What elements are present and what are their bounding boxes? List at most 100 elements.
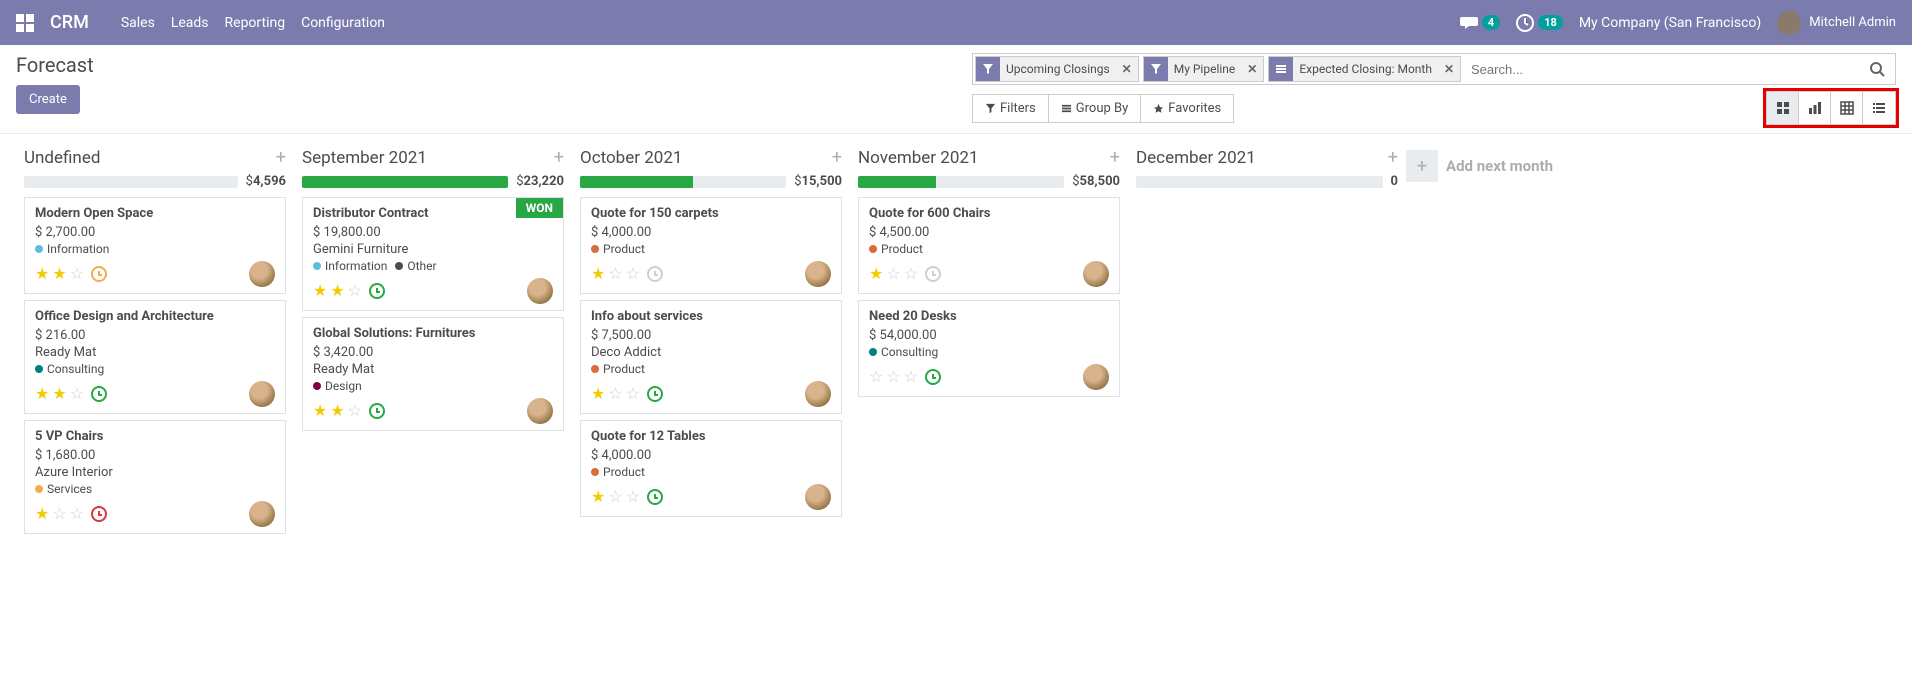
activity-icon[interactable] (91, 386, 107, 402)
card-title: Quote for 150 carpets (591, 206, 831, 221)
apps-icon[interactable] (16, 14, 34, 32)
kanban-card[interactable]: Modern Open Space$ 2,700.00Information★★… (24, 197, 286, 294)
assignee-avatar[interactable] (805, 261, 831, 287)
nav-reporting[interactable]: Reporting (225, 15, 286, 31)
kanban-card[interactable]: Quote for 150 carpets$ 4,000.00Product★☆… (580, 197, 842, 294)
nav-sales[interactable]: Sales (121, 15, 155, 31)
progress-bar[interactable] (24, 176, 238, 188)
search-view[interactable]: Upcoming Closings ✕ My Pipeline ✕ Expect… (972, 53, 1896, 85)
priority-star[interactable]: ★ (591, 489, 605, 505)
nav-leads[interactable]: Leads (171, 15, 209, 31)
kanban-card[interactable]: Global Solutions: Furnitures$ 3,420.00Re… (302, 317, 564, 431)
priority-star[interactable]: ☆ (52, 506, 66, 522)
priority-star[interactable]: ☆ (608, 386, 622, 402)
assignee-avatar[interactable] (1083, 261, 1109, 287)
priority-star[interactable]: ☆ (626, 386, 640, 402)
assignee-avatar[interactable] (805, 484, 831, 510)
priority-star[interactable]: ★ (330, 283, 344, 299)
pivot-view-button[interactable] (1831, 92, 1863, 124)
activity-icon[interactable] (647, 489, 663, 505)
progress-bar[interactable] (580, 176, 786, 188)
favorites-button[interactable]: Favorites (1141, 95, 1233, 122)
kanban-view-button[interactable] (1767, 92, 1799, 124)
kanban-card[interactable]: 5 VP Chairs$ 1,680.00Azure InteriorServi… (24, 420, 286, 534)
company-switcher[interactable]: My Company (San Francisco) (1579, 15, 1761, 31)
activity-icon[interactable] (369, 283, 385, 299)
priority-star[interactable]: ★ (52, 266, 66, 282)
kanban-card[interactable]: Office Design and Architecture$ 216.00Re… (24, 300, 286, 414)
card-amount: $ 2,700.00 (35, 225, 275, 240)
navbar: CRM Sales Leads Reporting Configuration … (0, 0, 1912, 45)
assignee-avatar[interactable] (527, 278, 553, 304)
assignee-avatar[interactable] (249, 261, 275, 287)
user-menu[interactable]: Mitchell Admin (1777, 11, 1896, 35)
list-view-button[interactable] (1863, 92, 1895, 124)
activity-icon[interactable] (925, 369, 941, 385)
priority-star[interactable]: ☆ (886, 369, 900, 385)
priority-star[interactable]: ☆ (70, 386, 84, 402)
search-icon[interactable] (1859, 61, 1895, 77)
kanban-card[interactable]: Need 20 Desks$ 54,000.00Consulting☆☆☆ (858, 300, 1120, 397)
priority-star[interactable]: ★ (591, 266, 605, 282)
kanban-card[interactable]: Info about services$ 7,500.00Deco Addict… (580, 300, 842, 414)
assignee-avatar[interactable] (249, 501, 275, 527)
priority-star[interactable]: ☆ (626, 489, 640, 505)
discuss-badge: 4 (1482, 15, 1500, 30)
progress-bar[interactable] (1136, 176, 1383, 188)
quick-create-button[interactable]: + (1110, 149, 1120, 167)
groupby-button[interactable]: Group By (1049, 95, 1142, 122)
nav-configuration[interactable]: Configuration (301, 15, 385, 31)
facet-remove-icon[interactable]: ✕ (1241, 62, 1263, 76)
priority-star[interactable]: ☆ (626, 266, 640, 282)
activity-icon[interactable] (647, 266, 663, 282)
progress-bar[interactable] (302, 176, 508, 188)
facet-remove-icon[interactable]: ✕ (1438, 62, 1460, 76)
quick-create-button[interactable]: + (554, 149, 564, 167)
priority-star[interactable]: ★ (869, 266, 883, 282)
priority-star[interactable]: ☆ (904, 266, 918, 282)
graph-view-button[interactable] (1799, 92, 1831, 124)
priority-star[interactable]: ☆ (348, 283, 362, 299)
progress-bar[interactable] (858, 176, 1064, 188)
priority-star[interactable]: ☆ (70, 266, 84, 282)
kanban-card[interactable]: Quote for 600 Chairs$ 4,500.00Product★☆☆ (858, 197, 1120, 294)
column-title: Undefined (24, 148, 276, 168)
activities-icon[interactable]: 18 (1516, 14, 1563, 32)
priority-star[interactable]: ☆ (904, 369, 918, 385)
priority-star[interactable]: ☆ (348, 403, 362, 419)
quick-create-button[interactable]: + (1388, 149, 1398, 167)
activity-icon[interactable] (369, 403, 385, 419)
priority-star[interactable]: ★ (35, 386, 49, 402)
kanban-card[interactable]: WONDistributor Contract$ 19,800.00Gemini… (302, 197, 564, 311)
activity-icon[interactable] (91, 506, 107, 522)
assignee-avatar[interactable] (805, 381, 831, 407)
facet-remove-icon[interactable]: ✕ (1116, 62, 1138, 76)
priority-star[interactable]: ★ (313, 403, 327, 419)
priority-star[interactable]: ☆ (70, 506, 84, 522)
kanban-card[interactable]: Quote for 12 Tables$ 4,000.00Product★☆☆ (580, 420, 842, 517)
brand[interactable]: CRM (50, 12, 89, 33)
priority-star[interactable]: ★ (591, 386, 605, 402)
priority-star[interactable]: ★ (313, 283, 327, 299)
filters-button[interactable]: Filters (973, 95, 1049, 122)
assignee-avatar[interactable] (1083, 364, 1109, 390)
quick-create-button[interactable]: + (832, 149, 842, 167)
search-input[interactable] (1463, 56, 1859, 83)
assignee-avatar[interactable] (527, 398, 553, 424)
activity-icon[interactable] (647, 386, 663, 402)
quick-create-button[interactable]: + (276, 149, 286, 167)
priority-star[interactable]: ☆ (886, 266, 900, 282)
priority-star[interactable]: ★ (35, 266, 49, 282)
priority-star[interactable]: ☆ (869, 369, 883, 385)
priority-star[interactable]: ★ (35, 506, 49, 522)
activity-icon[interactable] (91, 266, 107, 282)
add-next-month[interactable]: +Add next month (1406, 142, 1553, 182)
priority-star[interactable]: ★ (52, 386, 66, 402)
assignee-avatar[interactable] (249, 381, 275, 407)
priority-star[interactable]: ★ (330, 403, 344, 419)
create-button[interactable]: Create (16, 85, 80, 114)
activity-icon[interactable] (925, 266, 941, 282)
priority-star[interactable]: ☆ (608, 266, 622, 282)
discuss-icon[interactable]: 4 (1460, 15, 1500, 31)
priority-star[interactable]: ☆ (608, 489, 622, 505)
